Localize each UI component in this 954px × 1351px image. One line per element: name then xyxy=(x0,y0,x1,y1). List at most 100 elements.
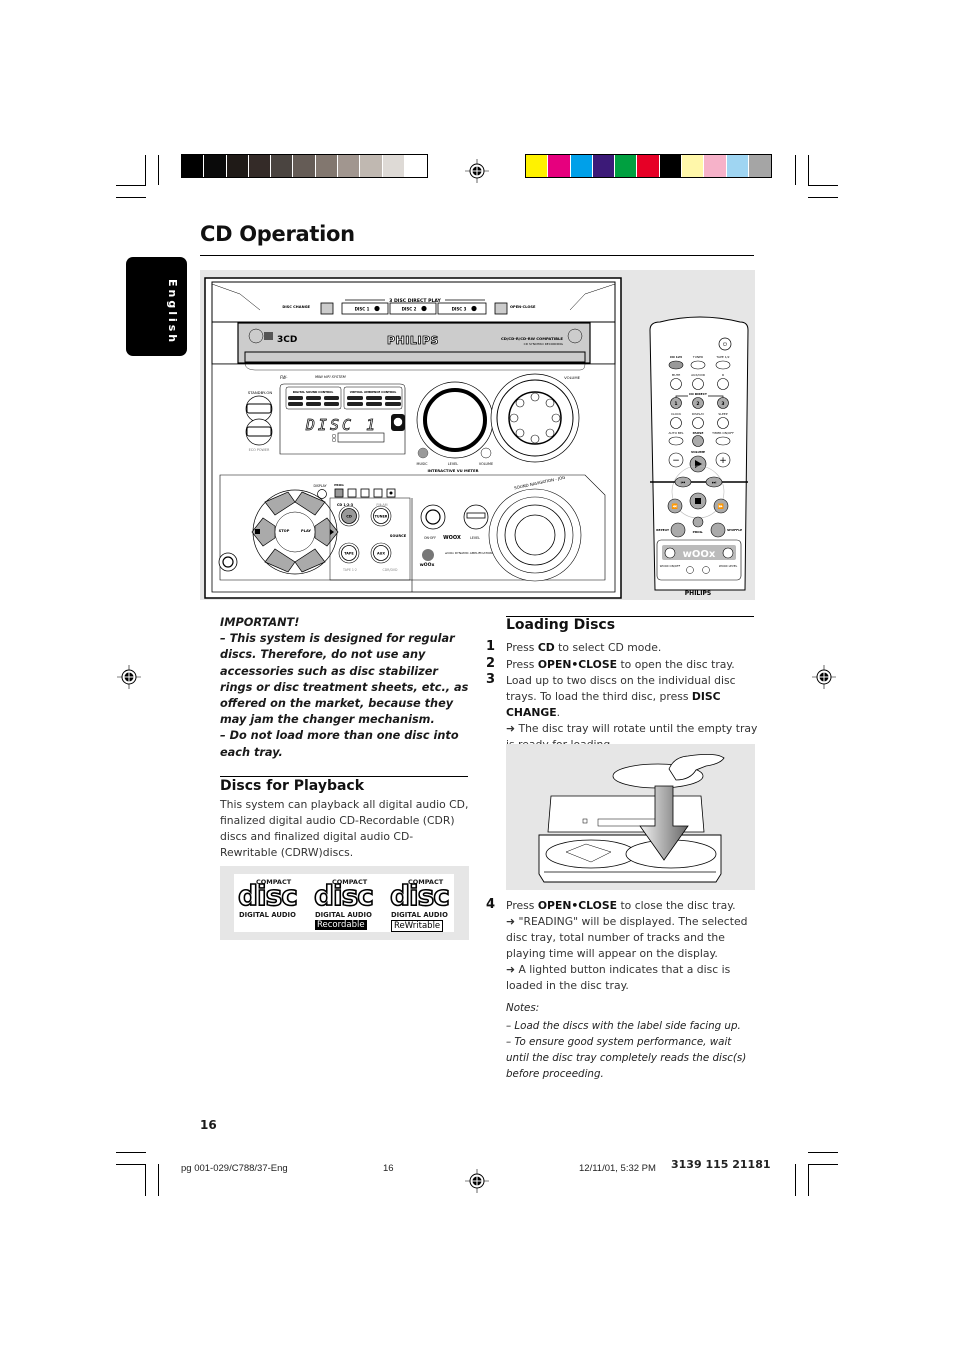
step-text: Press OPEN•CLOSE to open the disc tray. xyxy=(506,658,735,671)
svg-text:MUTE: MUTE xyxy=(672,373,681,377)
crop-mark xyxy=(808,197,838,198)
loading-disc-illustration xyxy=(506,744,755,890)
crop-mark xyxy=(808,1164,809,1196)
color-swatch xyxy=(615,155,638,177)
vu-music-button xyxy=(417,447,429,459)
crop-mark xyxy=(795,155,796,185)
svg-text:wOOx: wOOx xyxy=(420,562,435,568)
svg-text:+: + xyxy=(719,456,727,466)
disc-change-button xyxy=(320,302,334,315)
svg-text:PROG.: PROG. xyxy=(693,530,704,534)
svg-text:FW-: FW- xyxy=(280,375,288,380)
footer-sheet: 16 xyxy=(383,1163,394,1174)
svg-text:LEVEL: LEVEL xyxy=(470,536,480,540)
svg-text:3: 3 xyxy=(721,401,724,407)
gray-swatch xyxy=(226,155,249,177)
svg-text:AUX: AUX xyxy=(377,552,385,556)
crop-mark xyxy=(116,1164,146,1165)
crop-mark xyxy=(145,155,146,185)
product-illustration: 3 DISC DIRECT PLAY DISC CHANGE DISC 1 DI… xyxy=(200,270,755,600)
jog-dial xyxy=(514,514,556,556)
gray-swatch xyxy=(315,155,339,177)
crop-mark xyxy=(808,155,809,185)
important-notice: IMPORTANT! – This system is designed for… xyxy=(220,615,470,761)
gray-swatch xyxy=(271,155,294,177)
footer-file: pg 001-029/C788/37-Eng xyxy=(181,1163,288,1174)
step-text: Load up to two discs on the individual d… xyxy=(506,674,758,751)
svg-text:WOOX: WOOX xyxy=(443,535,461,541)
svg-text:LEVEL: LEVEL xyxy=(448,462,458,466)
svg-text:⏻: ⏻ xyxy=(723,342,727,348)
svg-text:PAUSE: PAUSE xyxy=(693,431,704,435)
svg-text:TUNER: TUNER xyxy=(692,355,703,359)
svg-text:CD 123: CD 123 xyxy=(670,355,682,359)
gray-swatch xyxy=(204,155,227,177)
svg-text:PHILIPS: PHILIPS xyxy=(685,590,711,597)
brand-logo: PHILIPS xyxy=(387,334,439,347)
svg-text:−: − xyxy=(672,456,680,466)
eco-power-button xyxy=(246,426,272,437)
svg-text:VOLUME: VOLUME xyxy=(479,462,493,466)
registration-mark-icon xyxy=(117,665,141,689)
disc-buttons: DISC 1 DISC 2 DISC 3 xyxy=(341,302,487,315)
footer-code: 3139 115 21181 xyxy=(671,1158,771,1171)
grayscale-color-bar xyxy=(181,154,429,178)
three-cd-logo: 3CD xyxy=(277,335,297,345)
process-color-bar xyxy=(525,154,773,178)
svg-text:CDR/DVD: CDR/DVD xyxy=(382,568,398,572)
svg-text:AUX/CDR: AUX/CDR xyxy=(691,373,705,377)
notes: Notes: – Load the discs with the label s… xyxy=(506,1000,756,1082)
gray-swatch xyxy=(338,155,361,177)
svg-text:CD DIRECT: CD DIRECT xyxy=(689,392,708,396)
svg-text:ECO POWER: ECO POWER xyxy=(249,448,270,452)
svg-text:wOOx: wOOx xyxy=(683,549,716,560)
language-tab-label: English xyxy=(166,279,179,346)
color-swatch xyxy=(548,155,571,177)
crop-mark xyxy=(116,1152,146,1153)
svg-text:VOLUME: VOLUME xyxy=(564,375,581,380)
color-swatch xyxy=(592,155,616,177)
step-number: 3 xyxy=(486,672,496,687)
color-swatch xyxy=(748,155,772,177)
gray-swatch xyxy=(404,155,428,177)
crop-mark xyxy=(116,185,146,186)
svg-text:TAPE: TAPE xyxy=(344,552,354,556)
note-item: – To ensure good system performance, wai… xyxy=(506,1036,747,1081)
open-close-button xyxy=(494,302,508,315)
color-swatch xyxy=(570,155,593,177)
language-tab: English xyxy=(126,257,187,356)
gray-swatch xyxy=(248,155,272,177)
compact-disc-logo: COMPACT disc DIGITAL AUDIO xyxy=(237,878,299,919)
svg-text:PLAY: PLAY xyxy=(301,529,311,533)
svg-text:TIMER ON/OFF: TIMER ON/OFF xyxy=(711,431,734,435)
crop-mark xyxy=(145,1164,146,1196)
important-heading: IMPORTANT! xyxy=(220,616,300,629)
compact-disc-rewritable-logo: COMPACT disc DIGITAL AUDIO ReWritable xyxy=(389,878,451,932)
page-title: CD Operation xyxy=(200,222,355,246)
svg-text:STANDBY-ON: STANDBY-ON xyxy=(248,390,273,395)
discs-for-playback-body: This system can playback all digital aud… xyxy=(220,798,469,860)
svg-text:CD: CD xyxy=(346,515,352,519)
discs-for-playback-heading: Discs for Playback xyxy=(220,778,365,794)
svg-text:OPEN·CLOSE: OPEN·CLOSE xyxy=(510,305,536,309)
svg-text:DISC 1: DISC 1 xyxy=(355,307,370,312)
svg-text:VOLUME: VOLUME xyxy=(691,450,705,454)
svg-text:CD/CD-R/CD-RW COMPATIBLE: CD/CD-R/CD-RW COMPATIBLE xyxy=(501,336,563,341)
footer-timestamp: 12/11/01, 5:32 PM xyxy=(579,1163,656,1174)
svg-text:CLOCK: CLOCK xyxy=(671,412,682,416)
svg-text:R: R xyxy=(722,373,724,377)
svg-text:MUSIC: MUSIC xyxy=(417,462,429,466)
disc-logos-panel: COMPACT disc DIGITAL AUDIO COMPACT disc … xyxy=(220,866,469,940)
svg-text:SLEEP: SLEEP xyxy=(718,412,727,416)
title-divider xyxy=(200,255,754,256)
svg-text:DISPLAY: DISPLAY xyxy=(692,412,704,416)
svg-text:DISPLAY: DISPLAY xyxy=(313,484,326,488)
prog-button xyxy=(334,488,344,498)
section-divider xyxy=(220,776,468,777)
color-swatch xyxy=(526,155,549,177)
color-swatch xyxy=(682,155,705,177)
svg-text:TUNER: TUNER xyxy=(375,515,388,519)
svg-text:DISC CHANGE: DISC CHANGE xyxy=(282,305,310,309)
page-number: 16 xyxy=(200,1118,217,1132)
svg-text:⏩: ⏩ xyxy=(718,503,724,510)
